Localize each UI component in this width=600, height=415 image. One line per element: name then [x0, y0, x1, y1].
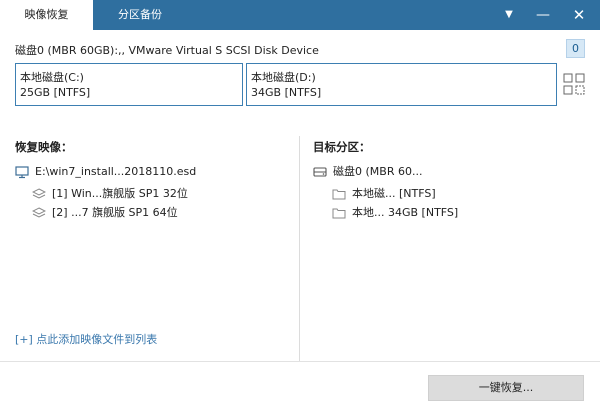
- partition-c-info: 25GB [NTFS]: [20, 86, 91, 99]
- layers-icon: [32, 188, 46, 199]
- target-partition-2-label: 本地... 34GB [NTFS]: [352, 206, 459, 219]
- partition-d-name: 本地磁盘(D:): [251, 71, 316, 84]
- partition-d-box[interactable]: 本地磁盘(D:) 34GB [NTFS]: [246, 63, 557, 106]
- restore-image-label: 恢复映像：: [15, 140, 73, 154]
- target-disk-label: 磁盘0 (MBR 60...: [333, 165, 423, 178]
- layout-grid-icon[interactable]: [563, 73, 585, 95]
- column-divider: [299, 136, 300, 361]
- target-partition-label: 目标分区：: [313, 140, 371, 154]
- partition-c-box[interactable]: 本地磁盘(C:) 25GB [NTFS]: [15, 63, 243, 106]
- tab-partition-backup[interactable]: 分区备份: [93, 0, 187, 30]
- layers-icon: [32, 207, 46, 218]
- partition-c-name: 本地磁盘(C:): [20, 71, 84, 84]
- disk-icon: [313, 167, 327, 177]
- add-image-link[interactable]: [+] 点此添加映像文件到列表: [15, 331, 157, 347]
- minimize-button[interactable]: —: [526, 0, 560, 30]
- partition-d-info: 34GB [NTFS]: [251, 86, 322, 99]
- folder-icon: [332, 189, 346, 200]
- target-partition-1-label: 本地磁... [NTFS]: [352, 187, 436, 200]
- image-file-path: E:\win7_install...2018110.esd: [35, 165, 197, 178]
- one-click-restore-button[interactable]: 一键恢复...: [428, 375, 584, 401]
- close-button[interactable]: ✕: [562, 0, 596, 30]
- menu-dropdown-icon[interactable]: ▼: [492, 0, 526, 30]
- image-entry-1-label: [1] Win...旗舰版 SP1 32位: [52, 187, 188, 200]
- image-entry-2-label: [2] ...7 旗舰版 SP1 64位: [52, 206, 178, 219]
- monitor-icon: [15, 166, 29, 179]
- disk-index-badge: 0: [566, 39, 585, 58]
- tab-image-restore[interactable]: 映像恢复: [0, 0, 93, 30]
- folder-icon: [332, 208, 346, 219]
- disk-title: 磁盘0 (MBR 60GB):,, VMware Virtual S SCSI …: [15, 44, 319, 57]
